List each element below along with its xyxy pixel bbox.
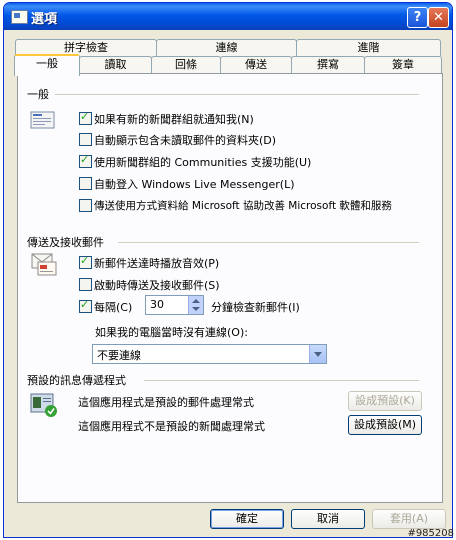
general-group-title: 一般 [27, 88, 49, 101]
mail-handler-text: 這個應用程式是預設的郵件處理常式 [78, 396, 254, 409]
play-sound-checkbox[interactable] [79, 254, 92, 269]
check-every-checkbox[interactable] [79, 298, 92, 313]
check-every-label[interactable]: 每隔(C) [94, 299, 132, 315]
help-button[interactable]: ? [407, 7, 428, 28]
newsgroup-icon [30, 111, 55, 129]
tab-receipts[interactable]: 回條 [151, 56, 221, 73]
check-interval-value[interactable]: 30 [150, 298, 164, 311]
chevron-down-icon[interactable] [309, 345, 326, 363]
default-messaging-group-title: 預設的訊息傳遞程式 [27, 374, 126, 387]
general-tab-panel: 一般 如果有新的新聞群組就通知我(N) 自動顯示包含未讀取郵件的資料夾(D) 使… [17, 73, 443, 503]
auto-login-messenger-label[interactable]: 自動登入 Windows Live Messenger(L) [94, 176, 295, 192]
tab-advanced[interactable]: 進階 [296, 39, 441, 56]
tab-compose[interactable]: 撰寫 [291, 56, 365, 73]
set-default-news-button[interactable]: 設成預設(M) [348, 415, 422, 435]
check-interval-stepper[interactable]: 30 [145, 295, 204, 315]
default-program-icon [30, 393, 57, 417]
spin-up-icon[interactable] [192, 299, 200, 303]
offline-dropdown[interactable]: 不要連線 [92, 344, 327, 364]
send-receive-at-startup-label[interactable]: 啟動時傳送及接收郵件(S) [94, 277, 220, 293]
spin-down-icon[interactable] [192, 307, 200, 311]
watermark-text: #985208 [407, 528, 454, 539]
news-handler-text: 這個應用程式不是預設的新聞處理常式 [78, 420, 265, 433]
set-default-mail-button[interactable]: 設成預設(K) [348, 391, 422, 411]
communities-support-checkbox[interactable] [79, 153, 92, 168]
check-interval-suffix: 分鐘檢查新郵件(I) [211, 301, 300, 314]
tab-signatures[interactable]: 簽章 [364, 56, 442, 73]
tab-connection[interactable]: 連線 [156, 39, 297, 56]
play-sound-label[interactable]: 新郵件送達時播放音效(P) [94, 255, 219, 271]
tab-general[interactable]: 一般 [14, 54, 80, 76]
title-bar: 選項 ? ✕ [4, 3, 452, 30]
ok-button[interactable]: 確定 [210, 509, 284, 529]
window-title: 選項 [31, 12, 58, 27]
send-receive-group-title: 傳送及接收郵件 [27, 236, 104, 249]
default-messaging-separator [144, 380, 419, 381]
cancel-button[interactable]: 取消 [291, 509, 365, 529]
options-dialog: 選項 ? ✕ 拼字檢查 連線 進階 一般 讀取 回條 傳送 撰寫 簽章 一般 如… [3, 2, 453, 538]
communities-support-label[interactable]: 使用新聞群組的 Communities 支援功能(U) [94, 154, 311, 170]
send-usage-data-label[interactable]: 傳送使用方式資料給 Microsoft 協助改善 Microsoft 軟體和服務 [94, 198, 392, 213]
auto-login-messenger-checkbox[interactable] [79, 177, 92, 190]
notify-new-newsgroups-label[interactable]: 如果有新的新聞群組就通知我(N) [94, 111, 254, 127]
tab-read[interactable]: 讀取 [79, 56, 152, 73]
spin-arrows[interactable] [188, 296, 203, 314]
close-button[interactable]: ✕ [428, 7, 449, 28]
send-usage-data-checkbox[interactable] [79, 199, 92, 212]
window-icon [11, 10, 28, 24]
send-receive-icon [31, 253, 57, 276]
show-unread-folders-label[interactable]: 自動顯示包含未讀取郵件的資料夾(D) [94, 132, 276, 148]
tab-send[interactable]: 傳送 [220, 56, 292, 73]
send-receive-at-startup-checkbox[interactable] [79, 278, 92, 291]
show-unread-folders-checkbox[interactable] [79, 133, 92, 146]
general-separator [55, 94, 419, 95]
notify-new-newsgroups-checkbox[interactable] [79, 110, 92, 125]
offline-dropdown-value[interactable]: 不要連線 [97, 347, 141, 363]
offline-label: 如果我的電腦當時沒有連線(O): [95, 326, 248, 339]
send-receive-separator [118, 242, 419, 243]
apply-button[interactable]: 套用(A) [372, 509, 446, 529]
